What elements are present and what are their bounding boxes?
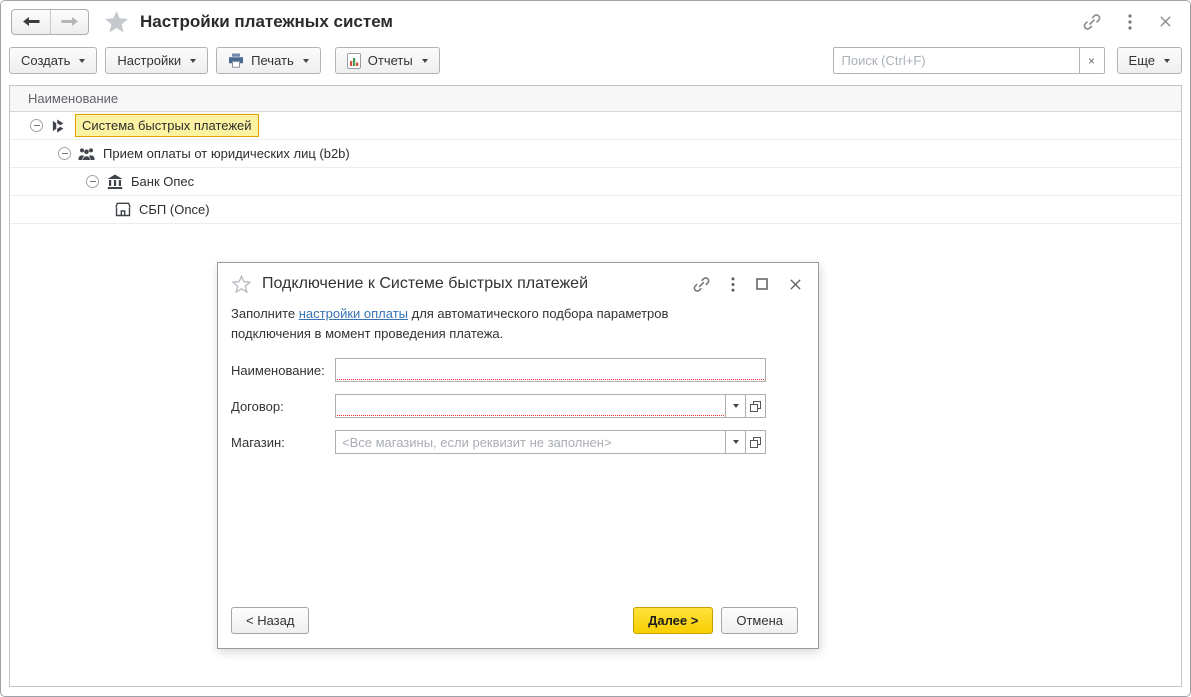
report-icon: [347, 53, 361, 69]
cancel-button[interactable]: Отмена: [721, 607, 798, 634]
description-text: для автоматического подбора параметров: [408, 306, 668, 321]
store-field-row: Магазин:: [231, 430, 766, 454]
tree-row-label: Банк Опес: [131, 174, 194, 189]
create-button-label: Создать: [21, 53, 70, 68]
page-title: Настройки платежных систем: [140, 12, 393, 32]
more-menu-icon[interactable]: [731, 277, 735, 292]
description-text: Заполните: [231, 306, 299, 321]
chevron-down-icon: [422, 59, 428, 63]
store-choose-button[interactable]: [745, 430, 766, 454]
dialog-description: Заполните настройки оплаты для автоматич…: [231, 304, 701, 343]
arrow-left-icon: [23, 16, 40, 27]
dialog-window-actions: [693, 276, 802, 293]
toolbar-right-group: × Еще: [833, 47, 1182, 74]
group-icon: [78, 146, 95, 162]
column-header-label: Наименование: [28, 91, 118, 106]
store-input[interactable]: [336, 431, 725, 453]
sbp-logo-icon: [50, 118, 67, 134]
forward-button[interactable]: [50, 10, 88, 34]
reports-button[interactable]: Отчеты: [335, 47, 440, 74]
history-nav-group: [11, 9, 89, 35]
reports-button-label: Отчеты: [368, 53, 413, 68]
tree-row-label: СБП (Once): [139, 202, 210, 217]
search-clear-button[interactable]: ×: [1080, 47, 1105, 74]
printer-icon: [228, 53, 244, 68]
dialog-form: Наименование: Договор:: [218, 343, 818, 454]
chevron-down-icon: [1164, 59, 1170, 63]
store-icon: [114, 202, 131, 218]
chevron-down-icon: [190, 59, 196, 63]
settings-button-label: Настройки: [117, 53, 181, 68]
maximize-icon[interactable]: [756, 278, 768, 290]
tree-row[interactable]: Система быстрых платежей: [10, 112, 1181, 140]
connection-dialog: Подключение к Системе быстрых платежей: [217, 262, 819, 649]
tree-row[interactable]: Банк Опес: [10, 168, 1181, 196]
close-dialog-icon[interactable]: [789, 278, 802, 291]
close-window-icon[interactable]: [1159, 15, 1172, 28]
collapse-toggle-icon[interactable]: [58, 147, 71, 160]
more-menu-icon[interactable]: [1128, 14, 1132, 30]
store-dropdown-button[interactable]: [725, 430, 746, 454]
more-button-label: Еще: [1129, 53, 1155, 68]
tree-row[interactable]: Прием оплаты от юридических лиц (b2b): [10, 140, 1181, 168]
chevron-down-icon: [79, 59, 85, 63]
title-bar: Настройки платежных систем: [1, 1, 1190, 42]
more-button[interactable]: Еще: [1117, 47, 1182, 74]
chevron-down-icon: [733, 440, 739, 444]
store-field-label: Магазин:: [231, 435, 335, 450]
print-button-label: Печать: [251, 53, 294, 68]
get-link-icon[interactable]: [693, 276, 710, 293]
dialog-title: Подключение к Системе быстрых платежей: [262, 275, 588, 293]
name-field-row: Наименование:: [231, 358, 766, 382]
window-actions: [1083, 13, 1172, 31]
contract-field-row: Договор:: [231, 394, 766, 418]
search-input[interactable]: [833, 47, 1080, 74]
back-button[interactable]: [12, 10, 50, 34]
tree-row-label: Система быстрых платежей: [75, 114, 259, 137]
store-field: [335, 430, 726, 454]
choose-from-list-icon: [750, 401, 761, 412]
name-field: [335, 358, 766, 382]
contract-field: [335, 394, 726, 418]
dialog-title-bar: Подключение к Системе быстрых платежей: [218, 263, 818, 293]
choose-from-list-icon: [750, 437, 761, 448]
app-window: Настройки платежных систем Создать Настр…: [0, 0, 1191, 697]
contract-choose-button[interactable]: [745, 394, 766, 418]
settings-button[interactable]: Настройки: [105, 47, 208, 74]
payment-settings-link[interactable]: настройки оплаты: [299, 306, 408, 321]
create-button[interactable]: Создать: [9, 47, 97, 74]
arrow-right-icon: [61, 16, 78, 27]
collapse-toggle-icon[interactable]: [86, 175, 99, 188]
favorite-star-icon[interactable]: [105, 11, 128, 33]
contract-dropdown-button[interactable]: [725, 394, 746, 418]
dialog-footer: < Назад Далее > Отмена: [231, 607, 798, 634]
name-input[interactable]: [336, 359, 765, 381]
tree-row-label: Прием оплаты от юридических лиц (b2b): [103, 146, 350, 161]
get-link-icon[interactable]: [1083, 13, 1101, 31]
bank-icon: [106, 174, 123, 190]
favorite-star-outline-icon[interactable]: [232, 275, 251, 293]
name-field-label: Наименование:: [231, 363, 335, 378]
contract-field-label: Договор:: [231, 399, 335, 414]
description-text: подключения в момент проведения платежа.: [231, 324, 701, 344]
chevron-down-icon: [733, 404, 739, 408]
next-button[interactable]: Далее >: [633, 607, 713, 634]
column-header-name[interactable]: Наименование: [10, 86, 1181, 112]
tree-row[interactable]: СБП (Once): [10, 196, 1181, 224]
chevron-down-icon: [303, 59, 309, 63]
search-box: ×: [833, 47, 1105, 74]
back-button[interactable]: < Назад: [231, 607, 309, 634]
contract-input[interactable]: [336, 395, 725, 417]
command-toolbar: Создать Настройки Печать Отчеты: [1, 42, 1190, 79]
collapse-toggle-icon[interactable]: [30, 119, 43, 132]
print-button[interactable]: Печать: [216, 47, 321, 74]
